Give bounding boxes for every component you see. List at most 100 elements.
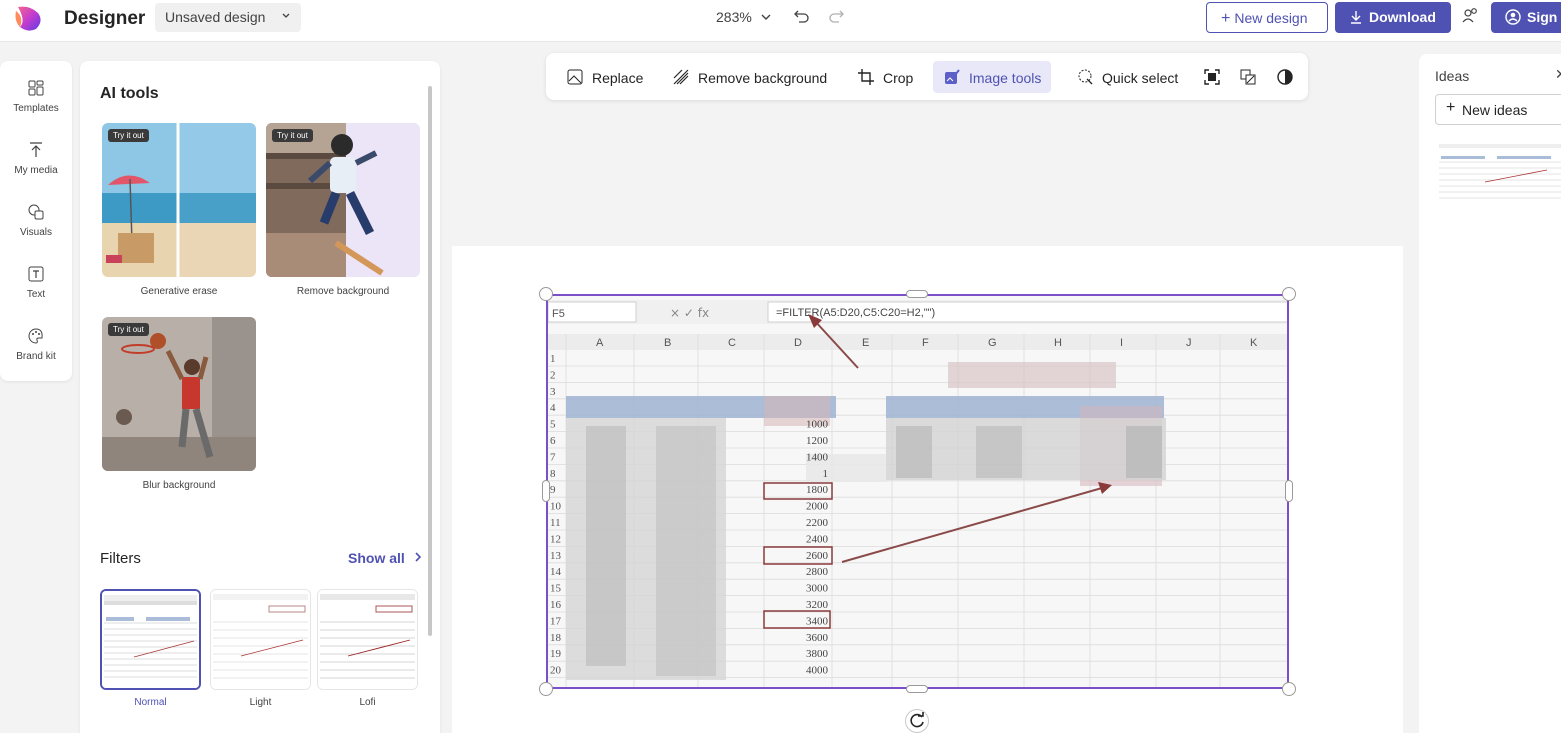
tool-label: Generative erase: [140, 286, 218, 297]
rail-item-label: Visuals: [19, 227, 53, 238]
skater-image: [266, 123, 420, 277]
quick-select-icon: [1078, 69, 1093, 85]
cell-value: 1000: [806, 419, 829, 431]
new-design-button[interactable]: + New design: [1206, 2, 1328, 33]
row-header: 20: [550, 665, 562, 677]
resize-handle-right[interactable]: [1285, 480, 1293, 502]
rail-item-templates[interactable]: Templates: [0, 79, 72, 114]
share-people-icon[interactable]: [1462, 7, 1480, 25]
idea-thumbnail[interactable]: [1439, 142, 1561, 204]
redo-icon[interactable]: [828, 8, 846, 26]
image-tools-button[interactable]: Image tools: [933, 61, 1052, 93]
design-name-dropdown[interactable]: Unsaved design: [155, 3, 301, 32]
undo-icon[interactable]: [792, 8, 810, 26]
remove-background-card[interactable]: Try it out: [266, 123, 420, 277]
crop-button[interactable]: Crop: [847, 61, 923, 93]
cell-value: 1800: [806, 484, 829, 496]
panel-scrollbar[interactable]: [428, 86, 432, 636]
left-rail: Templates My media Visuals Text Brand ki…: [0, 61, 72, 381]
cell-value: 3600: [806, 632, 829, 644]
zoom-level[interactable]: 283%: [716, 9, 752, 25]
idea-preview-image: [1439, 142, 1561, 204]
resize-handle-bottom-left[interactable]: [539, 682, 553, 696]
column-header: E: [862, 337, 869, 349]
frame-icon[interactable]: [1203, 68, 1221, 86]
contrast-icon[interactable]: [1276, 68, 1294, 86]
top-bar: Designer Unsaved design 283% + New design…: [0, 0, 1561, 42]
rail-item-label: Templates: [13, 103, 59, 114]
column-header: H: [1054, 337, 1062, 349]
basketball-image: [102, 317, 256, 471]
rotate-icon: [910, 712, 924, 728]
filter-light[interactable]: [210, 589, 311, 690]
chevron-right-icon: [415, 552, 421, 562]
row-header: 5: [550, 419, 556, 431]
remove-background-icon: [673, 69, 689, 85]
text-icon: [28, 266, 44, 282]
cell-value: 3400: [806, 615, 829, 627]
row-header: 13: [550, 550, 562, 562]
column-header: D: [794, 337, 802, 349]
resize-handle-bottom[interactable]: [906, 685, 928, 693]
blur-background-card[interactable]: Try it out: [102, 317, 256, 471]
show-all-link[interactable]: Show all: [348, 550, 423, 566]
sign-in-button[interactable]: Sign: [1491, 2, 1561, 33]
filter-lofi[interactable]: [317, 589, 418, 690]
replace-button[interactable]: Replace: [556, 61, 653, 93]
row-header: 6: [550, 435, 556, 447]
resize-handle-left[interactable]: [542, 480, 550, 502]
rail-item-brand-kit[interactable]: Brand kit: [0, 327, 72, 362]
sign-in-label: Sign: [1527, 9, 1558, 25]
resize-handle-top[interactable]: [906, 290, 928, 298]
row-header: 14: [550, 566, 562, 578]
image-tools-label: Image tools: [969, 70, 1042, 86]
row-header: 4: [550, 402, 556, 414]
tool-label: Blur background: [142, 480, 216, 491]
row-header: 2: [550, 369, 556, 381]
user-circle-icon: [1505, 9, 1521, 25]
new-design-label: New design: [1234, 10, 1308, 26]
row-header: 9: [550, 484, 556, 496]
plus-icon: +: [1446, 99, 1456, 116]
rail-item-label: Brand kit: [16, 351, 56, 362]
row-header: 17: [550, 615, 562, 627]
cell-value: 3000: [806, 583, 829, 595]
quick-select-button[interactable]: Quick select: [1066, 61, 1188, 93]
crop-icon: [858, 69, 874, 85]
generative-erase-card[interactable]: Try it out: [102, 123, 256, 277]
rail-item-text[interactable]: Text: [0, 265, 72, 300]
cell-value: 2200: [806, 517, 829, 529]
new-ideas-button[interactable]: + New ideas: [1435, 94, 1561, 125]
spreadsheet-image[interactable]: F5 × ✓ fx =FILTER(A5:D20,C5:C20=H2,"") A…: [546, 294, 1289, 689]
cell-value: 1400: [806, 451, 829, 463]
filter-preview-image: [102, 591, 199, 688]
filter-preview-image: [211, 590, 310, 689]
download-label: Download: [1369, 9, 1436, 25]
formula-text: =FILTER(A5:D20,C5:C20=H2,""): [776, 307, 935, 319]
layers-icon[interactable]: [1239, 68, 1257, 86]
row-header: 8: [550, 468, 556, 480]
row-header: 11: [550, 517, 561, 529]
crop-label: Crop: [883, 70, 914, 86]
resize-handle-bottom-right[interactable]: [1282, 682, 1296, 696]
new-ideas-label: New ideas: [1462, 102, 1528, 118]
palette-icon: [28, 328, 43, 344]
show-all-label: Show all: [348, 550, 405, 566]
rotate-handle[interactable]: [905, 709, 929, 733]
filter-normal[interactable]: [100, 589, 201, 690]
row-header: 7: [550, 451, 556, 463]
resize-handle-top-left[interactable]: [539, 287, 553, 301]
column-header: F: [922, 337, 929, 349]
cell-value: 4000: [806, 665, 829, 677]
remove-background-button[interactable]: Remove background: [662, 61, 837, 93]
chevron-down-icon[interactable]: [760, 9, 772, 25]
try-it-out-badge: Try it out: [108, 323, 149, 336]
cell-value: 1: [823, 468, 829, 480]
cell-value: 1200: [806, 435, 829, 447]
rail-item-my-media[interactable]: My media: [0, 141, 72, 176]
resize-handle-top-right[interactable]: [1282, 287, 1296, 301]
rail-item-visuals[interactable]: Visuals: [0, 203, 72, 238]
close-icon[interactable]: ✕: [1555, 66, 1561, 83]
download-button[interactable]: Download: [1335, 2, 1451, 33]
designer-logo[interactable]: [14, 3, 44, 33]
